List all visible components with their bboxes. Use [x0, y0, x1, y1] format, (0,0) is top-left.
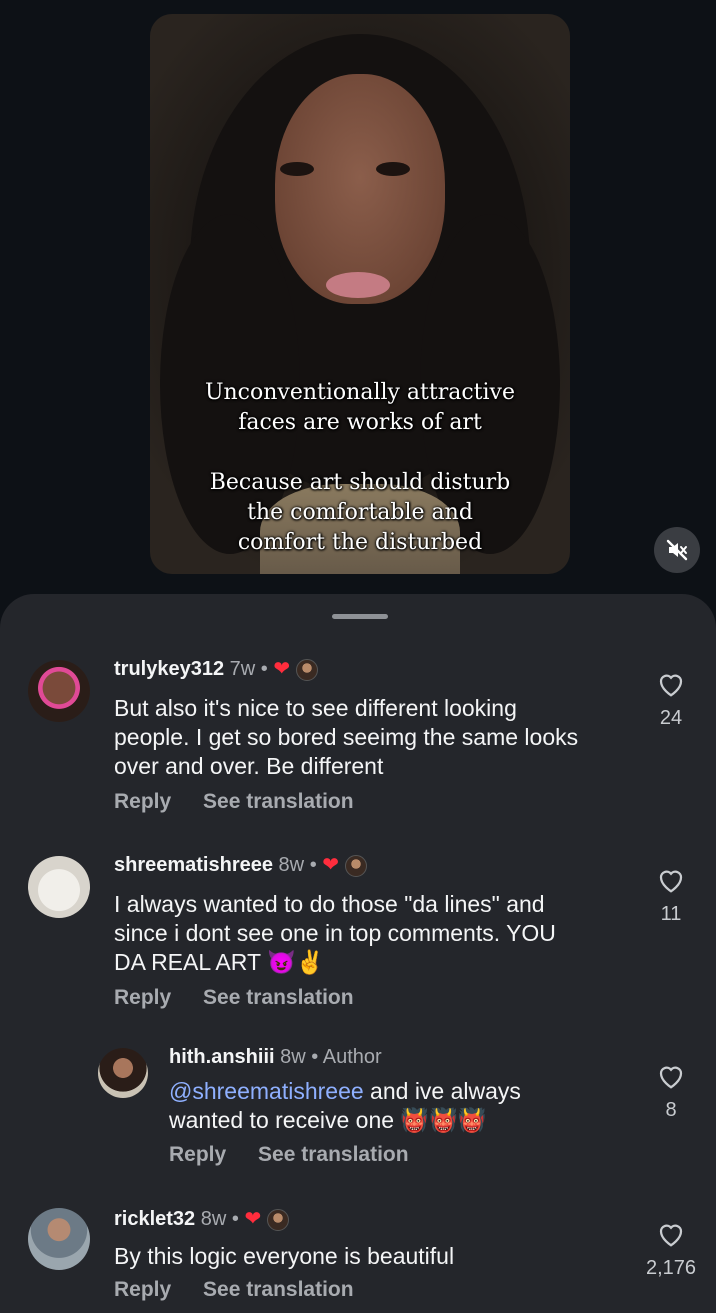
author-badge: Author: [322, 1046, 382, 1068]
see-translation-button[interactable]: See translation: [203, 986, 354, 1009]
speaker-muted-icon: [666, 539, 688, 561]
drag-handle[interactable]: [332, 614, 388, 619]
comment-line: wanted to receive one 👹👹👹: [169, 1107, 487, 1133]
username[interactable]: hith.anshiii: [169, 1046, 275, 1068]
see-translation-button[interactable]: See translation: [203, 1278, 354, 1301]
comment-actions: Reply See translation: [114, 790, 380, 814]
reply-button[interactable]: Reply: [169, 1143, 226, 1166]
heart-outline-icon: [659, 870, 683, 893]
reply-button[interactable]: Reply: [114, 986, 171, 1009]
timestamp: 8w: [278, 854, 305, 876]
comment-line: By this logic everyone is beautiful: [114, 1243, 455, 1269]
comment-line: over and over. Be different: [114, 753, 384, 779]
comment-text: By this logic everyone is beautiful: [114, 1242, 454, 1271]
caption-line: Unconventionally attractive: [204, 380, 516, 405]
like-count: 24: [659, 707, 683, 729]
mention-link[interactable]: @shreematishreee: [169, 1078, 364, 1104]
video-player[interactable]: Unconventionally attractive faces are wo…: [150, 14, 570, 574]
comment-meta: hith.anshiii 8w • Author: [169, 1044, 382, 1070]
reply-button[interactable]: Reply: [114, 790, 171, 813]
video-caption-1: Unconventionally attractive faces are wo…: [150, 378, 570, 438]
comment-text: I always wanted to do those "da lines" a…: [114, 890, 556, 977]
separator-dot: •: [260, 658, 268, 680]
like-count: 2,176: [645, 1257, 697, 1279]
heart-filled-icon: ❤: [322, 854, 340, 876]
avatar[interactable]: [98, 1048, 148, 1098]
username[interactable]: ricklet32: [114, 1208, 195, 1230]
left-eye: [280, 162, 314, 176]
comment-actions: Reply See translation: [169, 1143, 435, 1167]
heart-outline-icon: [659, 1066, 683, 1089]
comment-line-rest: and ive always: [363, 1078, 521, 1104]
mute-button[interactable]: [654, 527, 700, 573]
face: [275, 74, 445, 304]
caption-line: the comfortable and: [247, 500, 473, 525]
reply-button[interactable]: Reply: [114, 1278, 171, 1301]
comment-actions: Reply See translation: [114, 986, 380, 1010]
see-translation-button[interactable]: See translation: [258, 1143, 409, 1166]
avatar[interactable]: [28, 660, 90, 722]
lips: [326, 272, 390, 298]
right-eye: [376, 162, 410, 176]
creator-avatar-icon: [296, 658, 319, 681]
comment-line: I always wanted to do those "da lines" a…: [114, 891, 545, 917]
heart-outline-icon: [659, 674, 683, 697]
like-button[interactable]: 24: [641, 670, 701, 730]
timestamp: 7w: [229, 658, 256, 680]
comment-meta: trulykey312 7w • ❤: [114, 656, 319, 682]
avatar[interactable]: [28, 1208, 90, 1270]
creator-avatar-icon: [267, 1208, 290, 1231]
separator-dot: •: [311, 1046, 319, 1068]
avatar[interactable]: [28, 856, 90, 918]
caption-line: Because art should disturb: [209, 470, 511, 495]
comment-line: @shreematishreee and ive always: [169, 1077, 521, 1106]
see-translation-button[interactable]: See translation: [203, 790, 354, 813]
like-button[interactable]: 2,176: [641, 1220, 701, 1280]
comment-line: people. I get so bored seeimg the same l…: [114, 724, 579, 750]
separator-dot: •: [309, 854, 317, 876]
comment-line: DA REAL ART 😈✌️: [114, 949, 325, 975]
like-button[interactable]: 11: [641, 866, 701, 926]
comments-sheet: trulykey312 7w • ❤ But also it's nice to…: [0, 594, 716, 1313]
heart-outline-icon: [659, 1224, 683, 1247]
comment-line: But also it's nice to see different look…: [114, 695, 517, 721]
creator-avatar-icon: [345, 854, 368, 877]
comment-text: But also it's nice to see different look…: [114, 694, 578, 781]
comment-actions: Reply See translation: [114, 1278, 380, 1302]
heart-filled-icon: ❤: [244, 1208, 262, 1230]
like-count: 11: [660, 903, 682, 925]
username[interactable]: trulykey312: [114, 658, 224, 680]
like-count: 8: [665, 1099, 677, 1121]
username[interactable]: shreematishreee: [114, 854, 273, 876]
comment-text: @shreematishreee and ive always wanted t…: [169, 1077, 521, 1135]
heart-filled-icon: ❤: [273, 658, 291, 680]
timestamp: 8w: [200, 1208, 227, 1230]
comment-line: since i dont see one in top comments. YO…: [114, 920, 556, 946]
separator-dot: •: [231, 1208, 239, 1230]
comment-meta: ricklet32 8w • ❤: [114, 1206, 290, 1232]
like-button[interactable]: 8: [641, 1062, 701, 1122]
caption-line: comfort the disturbed: [237, 530, 483, 555]
caption-line: faces are works of art: [238, 410, 482, 435]
comment-meta: shreematishreee 8w • ❤: [114, 852, 368, 878]
video-caption-2: Because art should disturb the comfortab…: [150, 468, 570, 558]
timestamp: 8w: [280, 1046, 306, 1068]
